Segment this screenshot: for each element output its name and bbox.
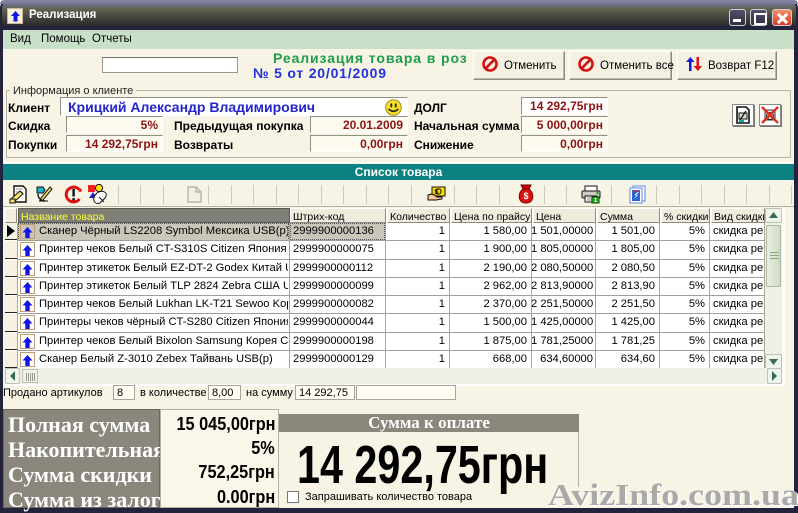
svg-text:$: $ — [435, 189, 439, 196]
svg-text:1: 1 — [594, 197, 598, 204]
svg-text:$: $ — [523, 191, 528, 201]
